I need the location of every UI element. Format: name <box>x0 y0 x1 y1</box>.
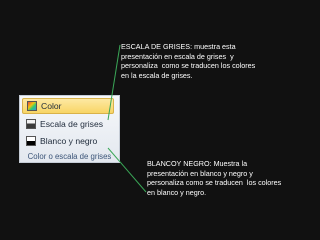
connector-line-blackwhite <box>107 147 147 193</box>
connector-lines <box>107 44 147 193</box>
connector-line-grayscale <box>107 44 121 121</box>
